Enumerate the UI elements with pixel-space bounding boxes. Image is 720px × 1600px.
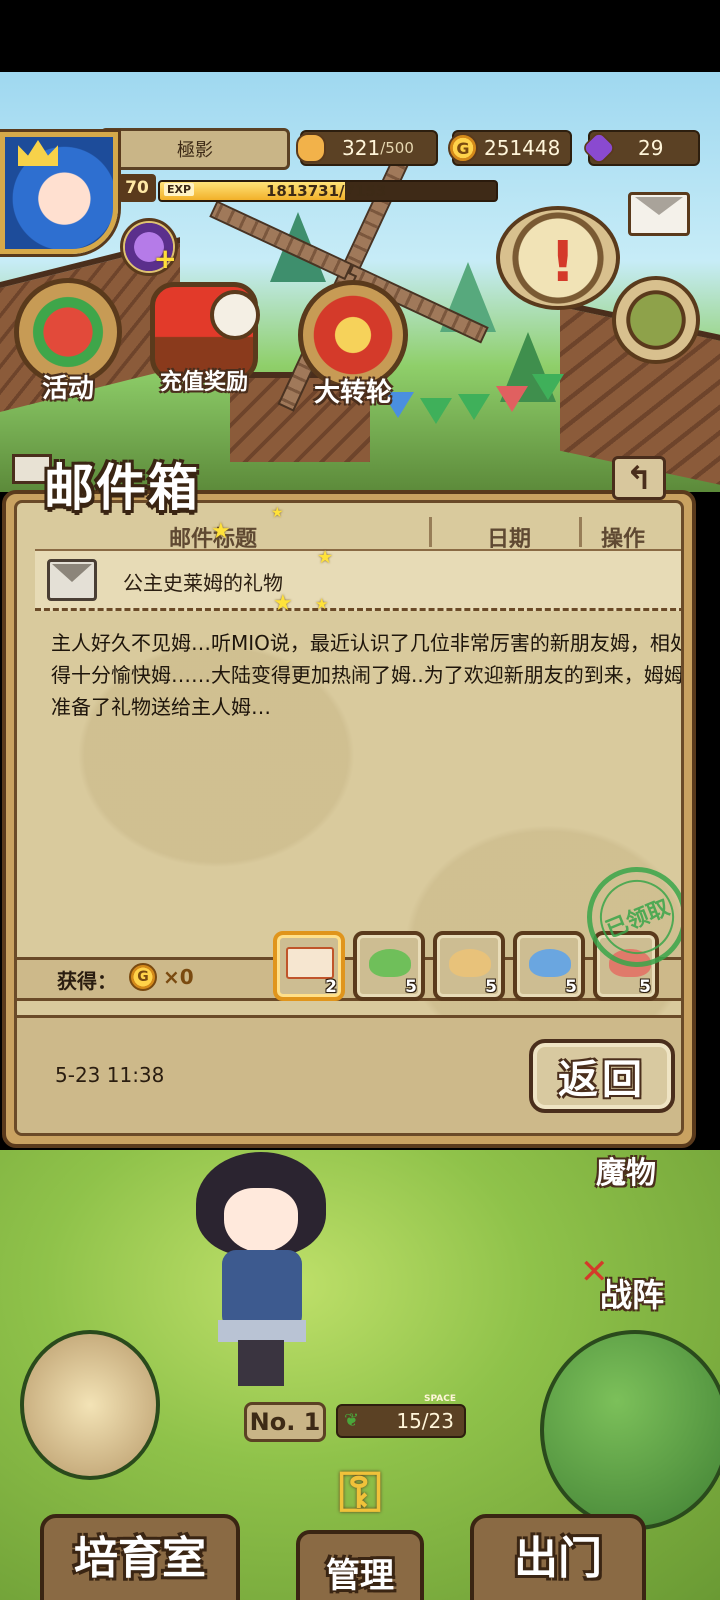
- sparkle-icon: ★: [317, 547, 334, 568]
- sparkle-icon: ★: [271, 505, 284, 521]
- reward-item-ticket[interactable]: 2: [273, 931, 345, 1001]
- player-name-plate: 極影: [100, 128, 290, 170]
- sparkle-icon: ★: [273, 591, 293, 616]
- back-arrow-button[interactable]: ↰: [612, 456, 666, 500]
- reward-item-qty: 5: [565, 977, 577, 997]
- reward-item-qty: 2: [325, 977, 337, 997]
- player-level-badge: 70: [118, 174, 156, 202]
- status-bar: [0, 0, 720, 72]
- gold-coin-icon: G: [129, 963, 157, 991]
- gold-coin-icon: G: [448, 133, 478, 163]
- space-label: SPACE: [424, 1394, 456, 1404]
- buy-gem-button[interactable]: +: [120, 218, 178, 276]
- player-name: 極影: [177, 140, 213, 161]
- envelope-icon: [47, 559, 97, 601]
- formation-button[interactable]: 战阵: [600, 1270, 664, 1316]
- activity-label: 活动: [41, 374, 94, 404]
- exp-label: EXP: [164, 183, 195, 196]
- green-slime-icon: [369, 949, 411, 977]
- bread-icon: [296, 133, 326, 163]
- bread-resource[interactable]: 321 /500: [296, 130, 438, 166]
- gold-resource[interactable]: G 251448: [448, 130, 572, 166]
- quest-scroll-button[interactable]: !: [496, 206, 620, 310]
- mailbox-panel: 邮件标题 日期 操作 公主史莱姆的礼物 ★ ★ ★ ★ ★ 主人好久不见姆…听M…: [2, 490, 696, 1148]
- return-button[interactable]: 返回: [529, 1039, 675, 1113]
- sparkle-icon: ★: [315, 595, 329, 613]
- monster-space-indicator: No. 1 ❦ SPACE 15/23: [244, 1394, 470, 1442]
- monster-button[interactable]: 魔物: [596, 1148, 720, 1192]
- big-wheel-label: 大转轮: [313, 378, 392, 408]
- yellow-slime-icon: [449, 949, 491, 977]
- claimed-stamp-text: 已领取: [602, 895, 674, 944]
- mail-date: 5-23 11:38: [55, 1063, 165, 1087]
- mailbox-paper: 邮件标题 日期 操作 公主史莱姆的礼物 ★ ★ ★ ★ ★ 主人好久不见姆…听M…: [14, 500, 684, 1136]
- clock-icon: [210, 290, 260, 340]
- player-avatar[interactable]: [0, 132, 118, 254]
- blue-slime-icon: [529, 949, 571, 977]
- gem-resource[interactable]: 29: [580, 129, 700, 167]
- column-divider: [429, 517, 432, 547]
- sortie-button[interactable]: 出门: [470, 1508, 646, 1600]
- nursery-button[interactable]: 培育室: [40, 1508, 240, 1600]
- nest: [20, 1330, 160, 1480]
- sparkle-icon: ★: [211, 519, 231, 544]
- bread-value: 321: [342, 136, 381, 160]
- reward-item-green-slime[interactable]: 5: [353, 931, 425, 1001]
- mailbox-title: 邮件箱: [44, 459, 200, 517]
- mail-icon[interactable]: [628, 192, 690, 236]
- exp-bar: EXP 1813731/7153: [158, 180, 498, 202]
- key-icon: ⚿: [338, 1460, 382, 1525]
- leaf-icon: ❦: [344, 1410, 360, 1431]
- space-count-value: 15/23: [396, 1409, 454, 1433]
- rank-plate: No. 1: [244, 1402, 326, 1442]
- reward-item-qty: 5: [405, 977, 417, 997]
- big-wheel-button[interactable]: 大转轮: [298, 280, 408, 409]
- recharge-reward-label: 充值奖励: [159, 370, 248, 395]
- gem-value: 29: [638, 136, 664, 160]
- column-divider: [579, 517, 582, 547]
- tree: [540, 1330, 720, 1530]
- gold-amount: ×0: [163, 965, 194, 989]
- ticket-icon: [286, 947, 334, 979]
- mail-subject: 公主史莱姆的礼物: [123, 571, 283, 595]
- player-character[interactable]: [196, 1152, 326, 1386]
- gold-value: 251448: [484, 136, 561, 160]
- mail-body-text: 主人好久不见姆…听MIO说，最近认识了几位非常厉害的新朋友姆，相处得十分愉快姆……: [51, 631, 684, 719]
- reward-item-yellow-slime[interactable]: 5: [433, 931, 505, 1001]
- exclamation-icon: !: [550, 230, 576, 295]
- reward-item-blue-slime[interactable]: 5: [513, 931, 585, 1001]
- reward-item-qty: 5: [639, 977, 651, 997]
- reward-item-qty: 5: [485, 977, 497, 997]
- bread-max: /500: [380, 139, 414, 157]
- mail-subject-row[interactable]: 公主史莱姆的礼物: [35, 549, 681, 611]
- plus-icon: +: [153, 242, 177, 275]
- exp-value: 1813731/7153: [266, 182, 387, 200]
- manage-button[interactable]: 管理: [296, 1526, 424, 1600]
- activity-button[interactable]: 活动: [14, 278, 122, 405]
- got-label: 获得：: [57, 969, 117, 993]
- backpack-button[interactable]: [612, 276, 700, 364]
